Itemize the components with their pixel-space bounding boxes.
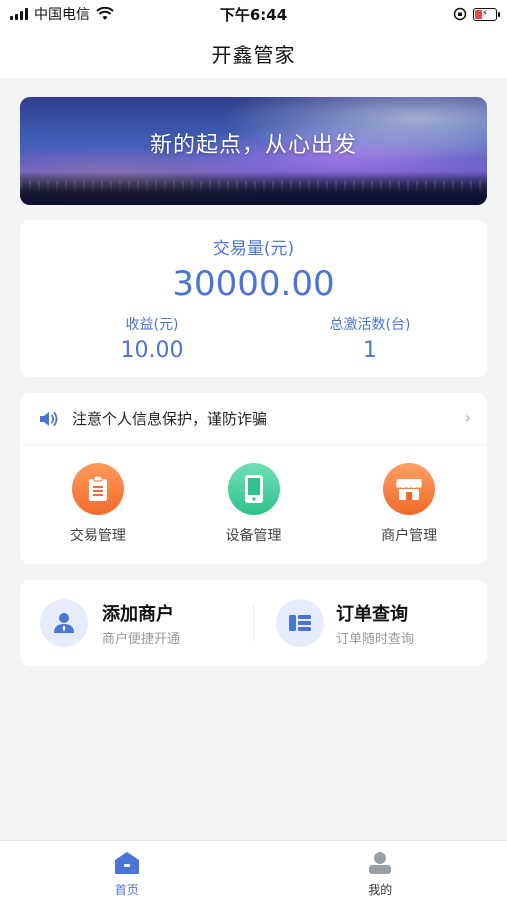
- promo-banner[interactable]: 新的起点，从心出发: [20, 97, 487, 205]
- battery-icon: ⚡: [473, 8, 497, 21]
- user-add-icon: [40, 599, 88, 647]
- page-title: 开鑫管家: [212, 39, 296, 68]
- carrier-label: 中国电信: [34, 4, 90, 24]
- clipboard-icon: [72, 463, 124, 515]
- menu-label: 设备管理: [226, 525, 282, 545]
- tab-mine-label: 我的: [368, 881, 392, 898]
- profile-icon: [367, 851, 393, 875]
- tab-bar: 首页 我的: [0, 840, 507, 901]
- menu-device-management[interactable]: 设备管理: [176, 453, 332, 558]
- list-icon: [276, 599, 324, 647]
- status-right: ⚡: [453, 7, 507, 21]
- banner-cityscape: [20, 171, 487, 205]
- activations-stat: 总激活数(台) 1: [270, 314, 470, 363]
- order-query-subtitle: 订单随时查询: [336, 628, 414, 647]
- tab-home[interactable]: 首页: [0, 841, 254, 901]
- order-query-title: 订单查询: [336, 600, 408, 626]
- banner-slogan: 新的起点，从心出发: [20, 127, 487, 159]
- tab-home-label: 首页: [115, 881, 139, 898]
- menu-transaction-management[interactable]: 交易管理: [20, 453, 176, 558]
- tab-mine[interactable]: 我的: [254, 841, 507, 901]
- income-label: 收益(元): [52, 314, 252, 334]
- nav-bar: 开鑫管家: [0, 28, 507, 78]
- menu-merchant-management[interactable]: 商户管理: [331, 453, 487, 558]
- notice-text: 注意个人信息保护，谨防诈骗: [72, 408, 267, 429]
- management-grid: 交易管理 设备管理 商户管理: [20, 453, 487, 558]
- status-left: 中国电信: [0, 4, 114, 24]
- add-merchant-subtitle: 商户便捷开通: [102, 628, 180, 647]
- activations-value: 1: [270, 338, 470, 363]
- wifi-icon: [96, 7, 114, 21]
- orientation-lock-icon: [453, 7, 467, 21]
- income-value: 10.00: [52, 338, 252, 363]
- chevron-right-icon: ›: [465, 408, 471, 427]
- stats-card: 交易量(元) 30000.00 收益(元) 10.00 总激活数(台) 1: [20, 220, 487, 377]
- status-bar: 中国电信 下午6:44 ⚡: [0, 0, 507, 28]
- notice-bar[interactable]: 注意个人信息保护，谨防诈骗 ›: [20, 393, 487, 445]
- add-merchant-button[interactable]: 添加商户 商户便捷开通: [20, 580, 253, 666]
- home-icon: [114, 851, 140, 875]
- quick-actions-card: 添加商户 商户便捷开通 订单查询 订单随时查询: [20, 580, 487, 666]
- order-query-button[interactable]: 订单查询 订单随时查询: [254, 580, 487, 666]
- signal-icon: [10, 8, 28, 20]
- phone-device-icon: [228, 463, 280, 515]
- speaker-icon: [38, 409, 60, 429]
- volume-value: 30000.00: [20, 264, 487, 304]
- menu-label: 商户管理: [381, 525, 437, 545]
- activations-label: 总激活数(台): [270, 314, 470, 334]
- volume-label: 交易量(元): [20, 234, 487, 259]
- storefront-icon: [383, 463, 435, 515]
- menu-card: 注意个人信息保护，谨防诈骗 › 交易管理: [20, 393, 487, 564]
- income-stat: 收益(元) 10.00: [52, 314, 252, 363]
- add-merchant-title: 添加商户: [102, 600, 174, 626]
- menu-label: 交易管理: [70, 525, 126, 545]
